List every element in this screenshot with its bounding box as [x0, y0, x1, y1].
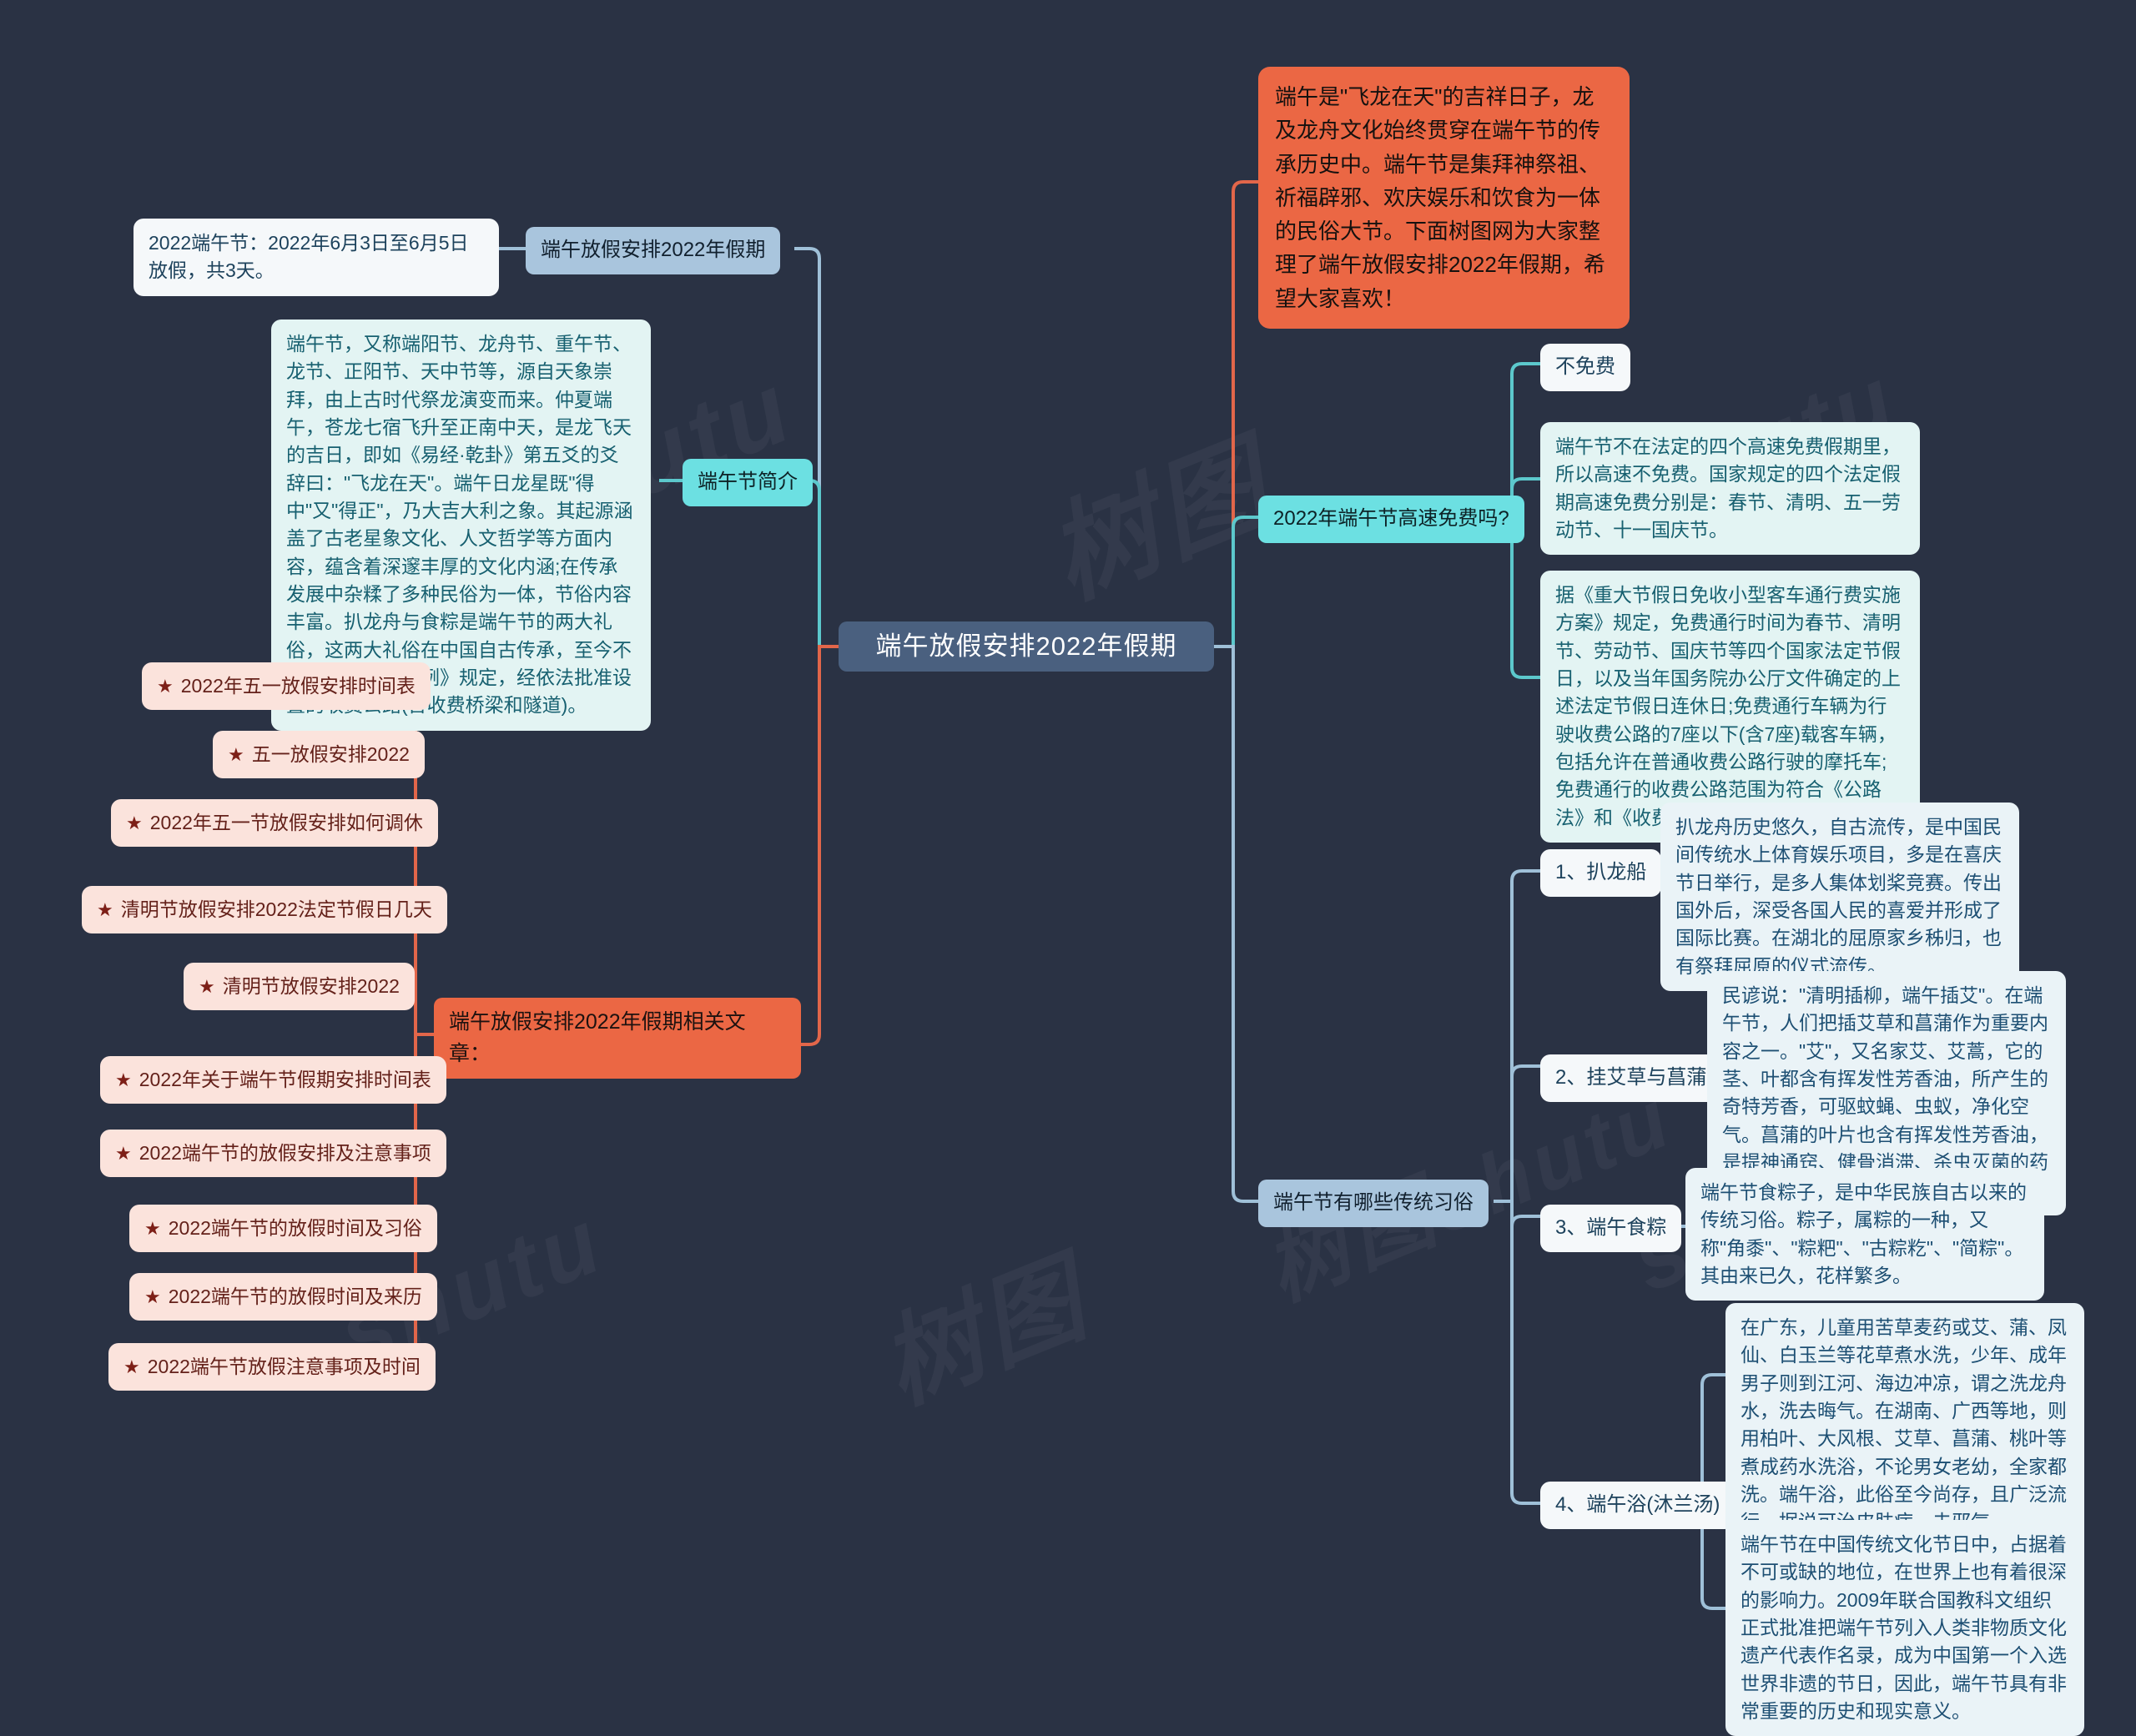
freeway-answer[interactable]: 不免费 [1540, 344, 1630, 391]
watermark: 树图 [857, 1217, 1106, 1431]
article-item-label: 五一放假安排2022 [251, 743, 410, 765]
branch-holiday-label[interactable]: 端午放假安排2022年假期 [526, 227, 781, 274]
star-icon: ★ [123, 1356, 140, 1377]
star-icon: ★ [144, 1218, 161, 1239]
star-icon: ★ [199, 976, 215, 997]
custom-item-detail[interactable]: 扒龙舟历史悠久，自古流传，是中国民间传统水上体育娱乐项目，多是在喜庆节日举行，是… [1660, 803, 2019, 992]
article-item-label: 2022端午节的放假安排及注意事项 [139, 1142, 431, 1164]
star-icon: ★ [228, 744, 244, 765]
freeway-explain[interactable]: 端午节不在法定的四个高速免费假期里，所以高速不免费。国家规定的四个法定假期高速免… [1540, 422, 1920, 556]
custom-item-label[interactable]: 2、挂艾草与菖蒲 [1540, 1054, 1722, 1102]
article-item-label: 清明节放假安排2022 [222, 975, 400, 997]
article-item-label: 2022端午节的放假时间及来历 [168, 1286, 422, 1307]
root-node[interactable]: 端午放假安排2022年假期 [839, 621, 1214, 672]
intro-card[interactable]: 端午是"飞龙在天"的吉祥日子，龙及龙舟文化始终贯穿在端午节的传承历史中。端午节是… [1258, 67, 1630, 330]
branch-articles-label[interactable]: 端午放假安排2022年假期相关文章： [434, 998, 801, 1079]
star-icon: ★ [157, 676, 174, 697]
article-item-label: 2022端午节的放假时间及习俗 [168, 1217, 422, 1239]
custom-item-label[interactable]: 4、端午浴(沐兰汤) [1540, 1482, 1736, 1529]
article-item[interactable]: ★ 清明节放假安排2022法定节假日几天 [82, 886, 447, 934]
article-item[interactable]: ★ 五一放假安排2022 [213, 731, 425, 779]
article-item-label: 2022年五一放假安排时间表 [180, 675, 416, 697]
star-icon: ★ [97, 899, 113, 920]
custom-item-label[interactable]: 1、扒龙船 [1540, 849, 1662, 897]
article-item[interactable]: ★ 清明节放假安排2022 [184, 963, 415, 1011]
branch-freeway-label[interactable]: 2022年端午节高速免费吗? [1258, 496, 1524, 543]
branch-intro-label[interactable]: 端午节简介 [683, 459, 813, 506]
article-item-label: 2022端午节放假注意事项及时间 [147, 1356, 421, 1377]
customs-closing[interactable]: 端午节在中国传统文化节日中，占据着不可或缺的地位，在世界上也有着很深的影响力。2… [1725, 1520, 2084, 1736]
article-item[interactable]: ★ 2022端午节的放假安排及注意事项 [100, 1130, 446, 1178]
star-icon: ★ [115, 1069, 132, 1090]
watermark: 树图 [1022, 397, 1292, 627]
branch-customs-label[interactable]: 端午节有哪些传统习俗 [1258, 1180, 1489, 1227]
article-item-label: 2022年五一节放假安排如何调休 [149, 812, 423, 833]
star-icon: ★ [126, 813, 143, 833]
article-item-label: 清明节放假安排2022法定节假日几天 [120, 898, 432, 920]
mindmap-canvas: 树图shutu shutu 树图 shutu shutu 树图 shutu 树图… [0, 0, 2136, 1736]
custom-item-detail[interactable]: 在广东，儿童用苦草麦药或艾、蒲、凤仙、白玉兰等花草煮水洗，少年、成年男子则到江河… [1725, 1303, 2084, 1547]
article-item[interactable]: ★ 2022年五一放假安排时间表 [142, 662, 431, 711]
article-item[interactable]: ★ 2022年五一节放假安排如何调休 [111, 799, 438, 848]
star-icon: ★ [144, 1286, 161, 1307]
article-item[interactable]: ★ 2022端午节的放假时间及来历 [129, 1273, 437, 1321]
article-item[interactable]: ★ 2022端午节放假注意事项及时间 [108, 1343, 436, 1391]
holiday-detail[interactable]: 2022端午节：2022年6月3日至6月5日放假，共3天。 [134, 219, 499, 296]
article-item[interactable]: ★ 2022端午节的放假时间及习俗 [129, 1205, 437, 1253]
article-item[interactable]: ★ 2022年关于端午节假期安排时间表 [100, 1056, 446, 1104]
article-item-label: 2022年关于端午节假期安排时间表 [139, 1069, 431, 1090]
custom-item-label[interactable]: 3、端午食粽 [1540, 1205, 1682, 1252]
custom-item-detail[interactable]: 端午节食粽子，是中华民族自古以来的传统习俗。粽子，属粽的一种，又称"角黍"、"粽… [1685, 1168, 2044, 1301]
star-icon: ★ [115, 1143, 132, 1164]
